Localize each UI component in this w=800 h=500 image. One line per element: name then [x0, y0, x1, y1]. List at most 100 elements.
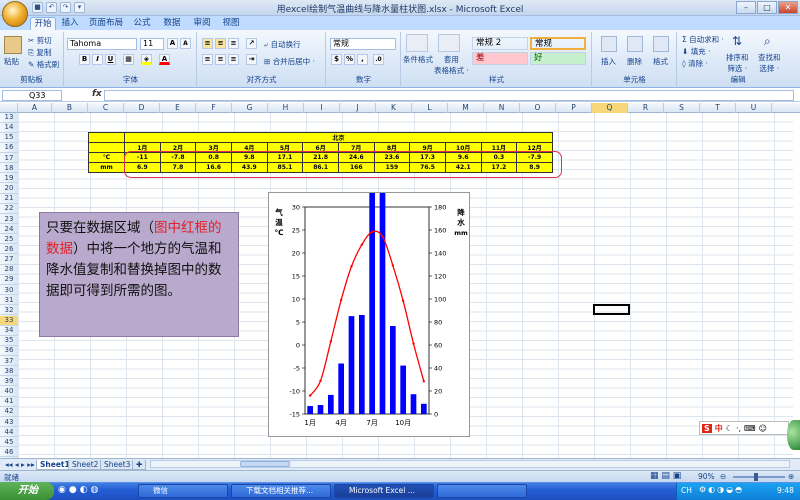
bold-button[interactable]: B: [79, 54, 90, 65]
format-painter-button[interactable]: ✎ 格式刷: [28, 59, 59, 70]
lang-indicator[interactable]: CH: [681, 486, 692, 495]
align-middle-icon[interactable]: ≡: [215, 38, 226, 49]
table-cell[interactable]: [88, 132, 125, 143]
zoom-slider[interactable]: [733, 476, 785, 478]
row-header-31[interactable]: 31: [0, 296, 18, 306]
style-normal2[interactable]: 常规 2: [472, 37, 528, 50]
customize-icon[interactable]: ▾: [74, 2, 85, 13]
select-all-corner[interactable]: [0, 103, 18, 113]
align-bottom-icon[interactable]: ≡: [228, 38, 239, 49]
insert-sheet-icon[interactable]: ✚: [132, 460, 147, 470]
row-header-42[interactable]: 42: [0, 407, 18, 417]
fx-icon[interactable]: fx: [92, 89, 102, 99]
tab-insert[interactable]: 插入: [58, 17, 82, 30]
row-header-44[interactable]: 44: [0, 428, 18, 438]
undo-icon[interactable]: ↶: [46, 2, 57, 13]
row-header-20[interactable]: 20: [0, 184, 18, 194]
ime-user-icon[interactable]: ☺: [759, 424, 767, 433]
column-header-r[interactable]: R: [628, 103, 664, 113]
find-select-button[interactable]: 查找和 选择 ·: [758, 52, 781, 74]
taskbar-download[interactable]: 下载文档相关推荐...: [231, 484, 331, 498]
start-button[interactable]: 开始: [0, 482, 54, 500]
format-cells-button[interactable]: 格式: [653, 56, 668, 67]
row-header-19[interactable]: 19: [0, 174, 18, 184]
column-header-i[interactable]: I: [304, 103, 340, 113]
ime-mode[interactable]: 中: [715, 423, 723, 434]
row-header-25[interactable]: 25: [0, 235, 18, 245]
row-header-43[interactable]: 43: [0, 418, 18, 427]
tab-formulas[interactable]: 公式: [130, 17, 154, 30]
column-header-t[interactable]: T: [700, 103, 736, 113]
column-header-p[interactable]: P: [556, 103, 592, 113]
ime-toolbar[interactable]: S 中 ☾ ·, ⌨ ☺: [699, 421, 789, 435]
row-header-41[interactable]: 41: [0, 397, 18, 407]
column-header-a[interactable]: A: [18, 103, 52, 113]
row-header-29[interactable]: 29: [0, 275, 18, 285]
sheet-tab-2[interactable]: Sheet2: [68, 460, 103, 470]
column-header-l[interactable]: L: [412, 103, 448, 113]
quick-launch-icons[interactable]: ◉●◐◍: [58, 485, 101, 495]
find-icon[interactable]: ⌕: [764, 34, 771, 49]
number-format-combo[interactable]: 常规: [330, 38, 396, 50]
ime-moon-icon[interactable]: ☾: [726, 424, 733, 433]
row-header-15[interactable]: 15: [0, 133, 18, 143]
row-header-38[interactable]: 38: [0, 367, 18, 377]
formula-input[interactable]: [104, 90, 794, 101]
row-header-24[interactable]: 24: [0, 225, 18, 235]
sogou-icon[interactable]: S: [702, 423, 712, 433]
taskbar-wechat[interactable]: 微信: [138, 484, 228, 498]
zoom-slider-thumb[interactable]: [754, 473, 758, 481]
insert-cells-button[interactable]: 插入: [601, 56, 616, 67]
sort-filter-button[interactable]: 排序和 筛选 ·: [726, 52, 749, 74]
table-cell[interactable]: [88, 142, 125, 153]
close-button[interactable]: ✕: [778, 1, 798, 14]
align-right-icon[interactable]: ≡: [228, 54, 239, 65]
selected-cell[interactable]: [593, 304, 630, 315]
view-mode-icons[interactable]: ▦ ▤ ▣: [650, 471, 681, 481]
column-header-d[interactable]: D: [124, 103, 160, 113]
increase-decimal-button[interactable]: .0: [373, 54, 384, 65]
save-icon[interactable]: ■: [32, 2, 43, 13]
delete-cells-button[interactable]: 删除: [627, 56, 642, 67]
align-left-icon[interactable]: ≡: [202, 54, 213, 65]
fill-button[interactable]: ⬇ 填充 ·: [682, 46, 710, 57]
grow-font-button[interactable]: A: [167, 38, 178, 49]
sort-filter-icon[interactable]: ⇅: [732, 34, 742, 48]
insert-cells-icon[interactable]: [601, 36, 617, 52]
sheet-tab-3[interactable]: Sheet3: [100, 460, 135, 470]
row-header-40[interactable]: 40: [0, 387, 18, 397]
climate-chart[interactable]: 30 25 20 15 10 5 0 -5 -10 -15 180 160 140 120 100 80 60 4…: [268, 172, 470, 437]
row-header-14[interactable]: 14: [0, 123, 18, 133]
row-header-22[interactable]: 22: [0, 204, 18, 214]
row-header-23[interactable]: 23: [0, 215, 18, 224]
redo-icon[interactable]: ↷: [60, 2, 71, 13]
align-center-icon[interactable]: ≡: [215, 54, 226, 65]
conditional-format-icon[interactable]: [406, 34, 428, 52]
style-good[interactable]: 好: [530, 52, 586, 65]
taskbar-blank[interactable]: [437, 484, 527, 498]
column-header-b[interactable]: B: [52, 103, 88, 113]
row-header-18[interactable]: 18: [0, 164, 18, 174]
row-header-27[interactable]: 27: [0, 255, 18, 265]
align-top-icon[interactable]: ≡: [202, 38, 213, 49]
taskbar-excel[interactable]: Microsoft Excel ...: [334, 484, 434, 498]
tab-page-layout[interactable]: 页面布局: [86, 17, 126, 30]
style-bad[interactable]: 差: [472, 52, 528, 65]
office-button[interactable]: [2, 1, 28, 27]
row-header-36[interactable]: 36: [0, 346, 18, 356]
tab-data[interactable]: 数据: [160, 17, 184, 30]
copy-button[interactable]: ⎘ 复制: [28, 47, 51, 58]
conditional-format-button[interactable]: 条件格式: [403, 54, 433, 65]
row-header-37[interactable]: 37: [0, 357, 18, 367]
maximize-button[interactable]: □: [757, 1, 777, 14]
column-header-o[interactable]: O: [520, 103, 556, 113]
ime-keyboard-icon[interactable]: ⌨: [744, 424, 756, 433]
comma-button[interactable]: ,: [357, 54, 368, 65]
orientation-icon[interactable]: ↗: [246, 38, 257, 49]
row-header-33[interactable]: 33: [0, 316, 18, 326]
style-normal[interactable]: 常规: [530, 37, 586, 50]
row-header-17[interactable]: 17: [0, 154, 18, 164]
zoom-out-icon[interactable]: ⊖: [720, 472, 726, 481]
row-header-13[interactable]: 13: [0, 113, 18, 123]
merge-center-button[interactable]: ⊞ 合并后居中 ·: [264, 56, 315, 67]
